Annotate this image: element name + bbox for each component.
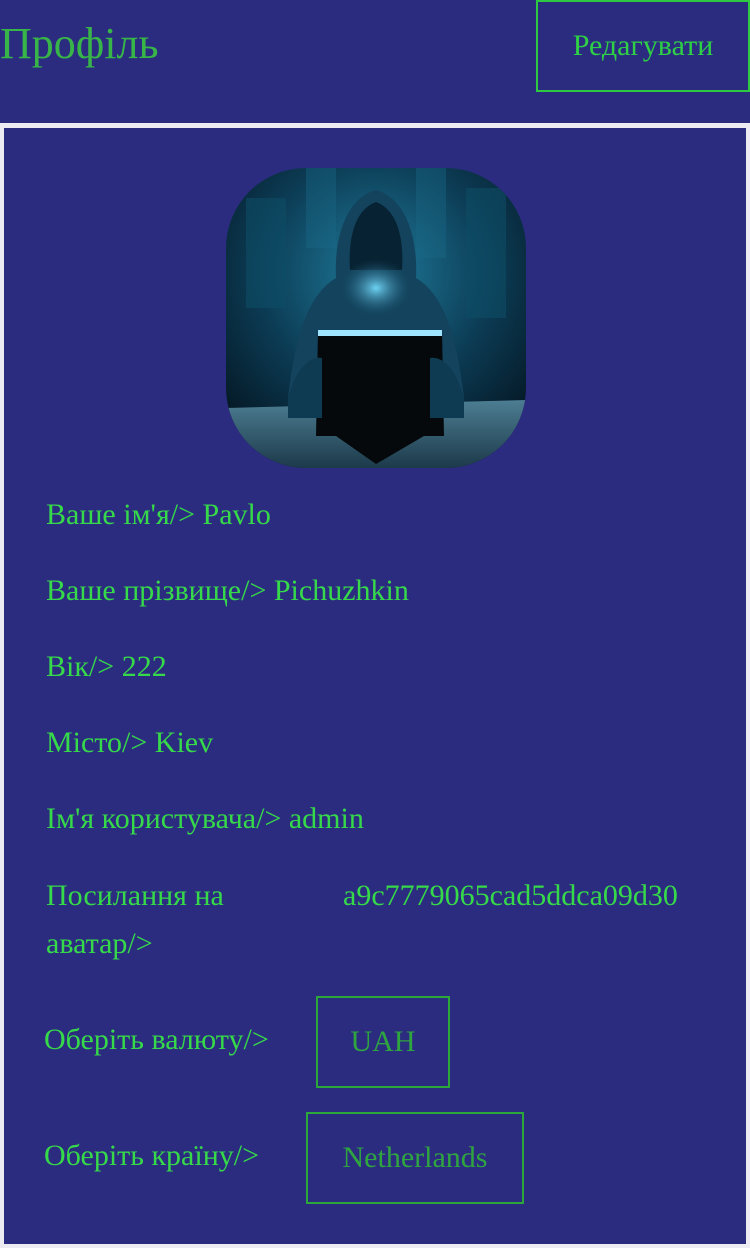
avatar-link-value: a9c7779065cad5ddca09d30 — [343, 879, 678, 912]
first-name-label: Ваше ім'я/> — [46, 498, 196, 531]
hooded-hacker-avatar-icon — [226, 168, 526, 468]
city-label: Місто/> — [46, 726, 148, 759]
last-name-value: Pichuzhkin — [273, 574, 409, 607]
top-bar: Профіль Редагувати — [0, 0, 750, 123]
profile-card: Ваше ім'я/> Pavlo Ваше прізвище/> Pichuz… — [4, 128, 746, 1244]
currency-label: Оберіть валюту/> — [44, 1023, 269, 1056]
avatar-link-label: Посилання на аватар/> — [46, 879, 224, 960]
currency-select[interactable]: UAH — [316, 996, 450, 1088]
age-value: 222 — [121, 650, 167, 683]
edit-profile-button[interactable]: Редагувати — [536, 0, 750, 92]
country-label: Оберіть країну/> — [44, 1139, 260, 1172]
country-select[interactable]: Netherlands — [306, 1112, 524, 1204]
age-row: Вік/> 222 — [46, 643, 167, 691]
last-name-row: Ваше прізвище/> Pichuzhkin — [46, 567, 409, 615]
username-value: admin — [288, 802, 364, 835]
username-row: Ім'я користувача/> admin — [46, 795, 364, 843]
avatar — [226, 168, 526, 468]
username-label: Ім'я користувача/> — [46, 802, 282, 835]
age-label: Вік/> — [46, 650, 115, 683]
page-title: Профіль — [0, 19, 159, 68]
first-name-value: Pavlo — [202, 498, 271, 531]
city-row: Місто/> Kiev — [46, 719, 213, 767]
city-value: Kiev — [154, 726, 214, 759]
first-name-row: Ваше ім'я/> Pavlo — [46, 491, 271, 539]
last-name-label: Ваше прізвище/> — [46, 574, 267, 607]
